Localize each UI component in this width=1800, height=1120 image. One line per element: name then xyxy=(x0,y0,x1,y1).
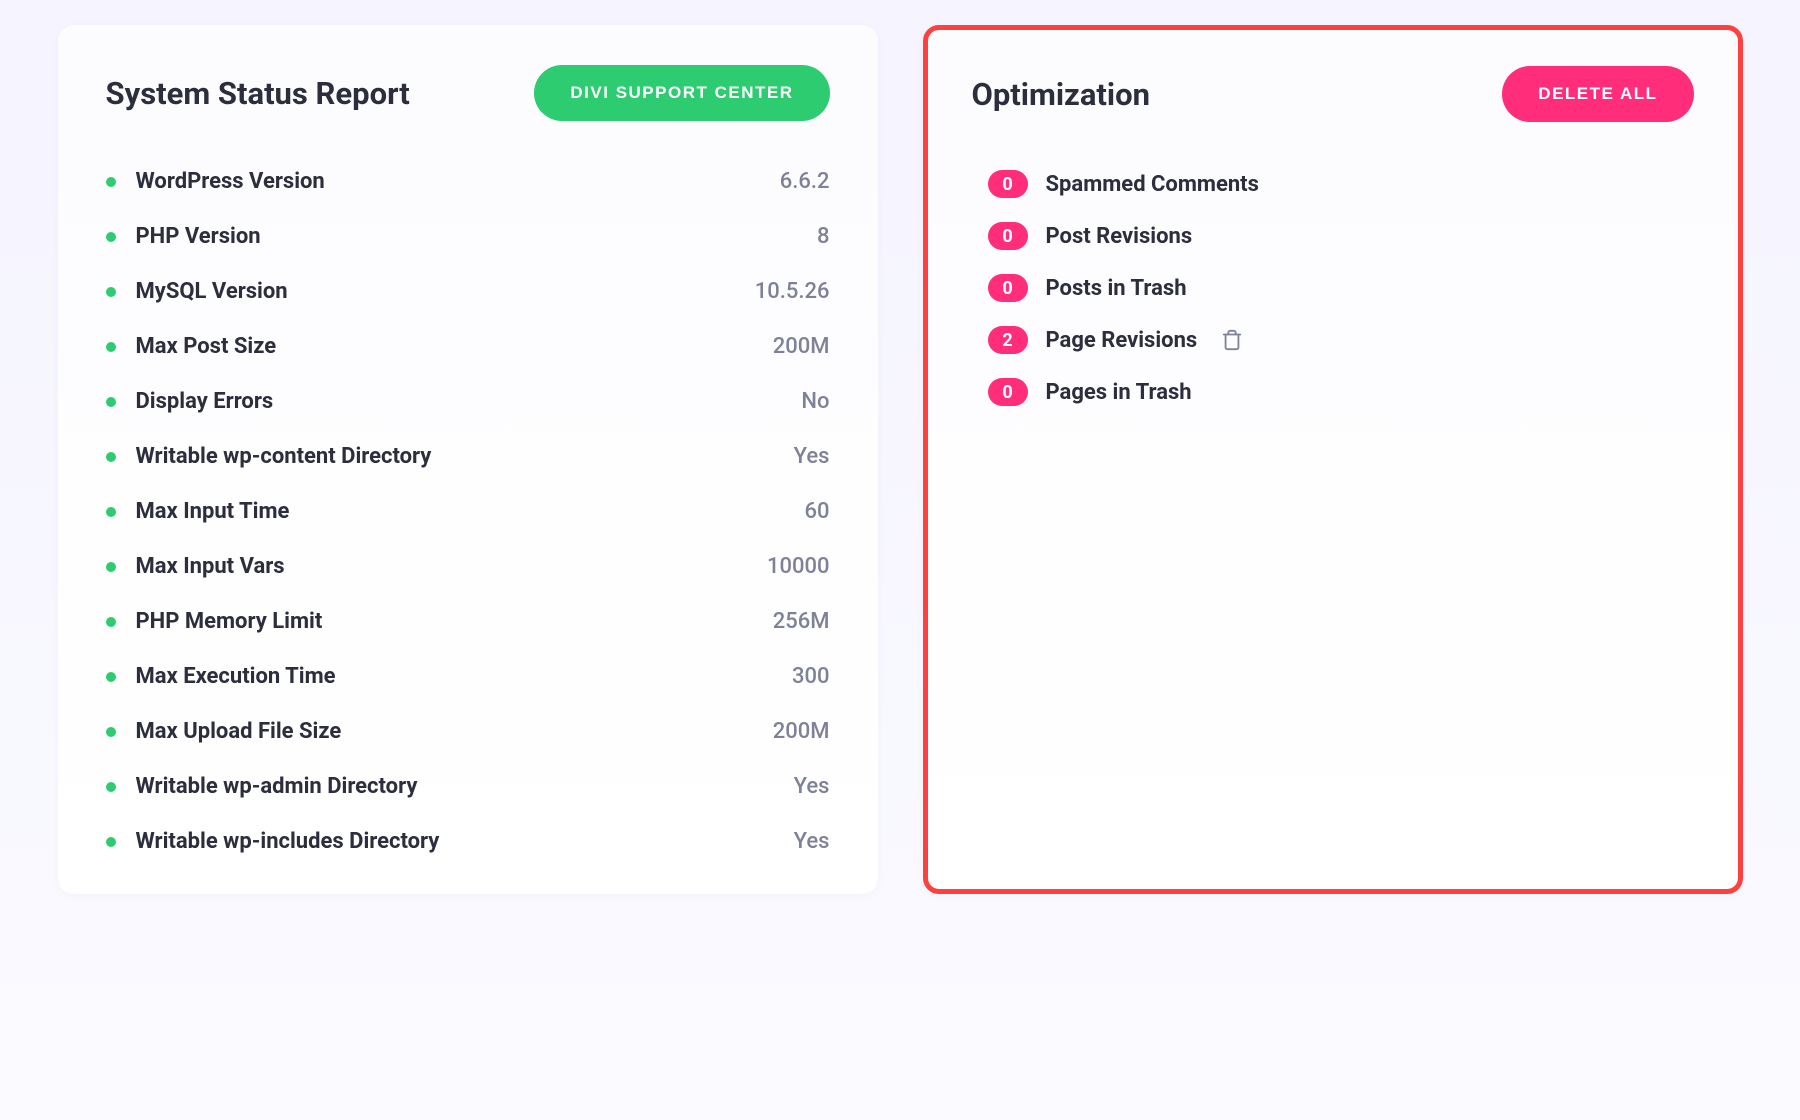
card-header: Optimization DELETE ALL xyxy=(972,66,1694,122)
status-row-left: Writable wp-content Directory xyxy=(106,444,432,469)
status-row-left: Max Input Vars xyxy=(106,554,285,579)
status-value: 200M xyxy=(773,719,830,744)
status-label: Writable wp-includes Directory xyxy=(136,829,440,854)
status-value: 10.5.26 xyxy=(755,279,830,304)
status-row-left: Max Input Time xyxy=(106,499,290,524)
status-dot-icon xyxy=(106,617,116,627)
status-row: Display Errors No xyxy=(106,389,830,414)
status-label: PHP Memory Limit xyxy=(136,609,323,634)
status-dot-icon xyxy=(106,342,116,352)
optimization-row: 0 Posts in Trash xyxy=(988,274,1694,302)
status-value: 60 xyxy=(804,499,829,524)
status-value: 10000 xyxy=(767,554,830,579)
status-row-left: Display Errors xyxy=(106,389,274,414)
status-row-left: Max Execution Time xyxy=(106,664,336,689)
status-row-left: PHP Memory Limit xyxy=(106,609,323,634)
status-value: No xyxy=(801,389,829,414)
status-label: Max Post Size xyxy=(136,334,277,359)
optimization-label: Post Revisions xyxy=(1046,224,1193,249)
status-label: Writable wp-admin Directory xyxy=(136,774,418,799)
status-label: WordPress Version xyxy=(136,169,325,194)
optimization-label: Pages in Trash xyxy=(1046,380,1192,405)
status-row-left: Writable wp-admin Directory xyxy=(106,774,418,799)
status-row-left: PHP Version xyxy=(106,224,261,249)
status-dot-icon xyxy=(106,562,116,572)
optimization-label: Posts in Trash xyxy=(1046,276,1187,301)
status-row: Max Execution Time 300 xyxy=(106,664,830,689)
delete-all-button[interactable]: DELETE ALL xyxy=(1502,66,1693,122)
status-dot-icon xyxy=(106,177,116,187)
status-row: MySQL Version 10.5.26 xyxy=(106,279,830,304)
count-badge: 0 xyxy=(988,222,1028,250)
status-label: Display Errors xyxy=(136,389,274,414)
count-badge: 0 xyxy=(988,170,1028,198)
optimization-row: 2 Page Revisions xyxy=(988,326,1694,354)
optimization-list: 0 Spammed Comments 0 Post Revisions 0 Posts i… xyxy=(972,170,1694,406)
status-label: Max Execution Time xyxy=(136,664,336,689)
status-label: PHP Version xyxy=(136,224,261,249)
status-value: 300 xyxy=(792,664,830,689)
optimization-title: Optimization xyxy=(972,76,1151,113)
system-status-title: System Status Report xyxy=(106,75,410,112)
status-label: Writable wp-content Directory xyxy=(136,444,432,469)
status-list: WordPress Version 6.6.2 PHP Version 8 MySQL … xyxy=(106,169,830,854)
status-value: 200M xyxy=(773,334,830,359)
status-dot-icon xyxy=(106,507,116,517)
status-dot-icon xyxy=(106,287,116,297)
status-row: PHP Version 8 xyxy=(106,224,830,249)
status-row: Max Upload File Size 200M xyxy=(106,719,830,744)
status-row: Max Post Size 200M xyxy=(106,334,830,359)
status-row: WordPress Version 6.6.2 xyxy=(106,169,830,194)
optimization-label: Page Revisions xyxy=(1046,328,1198,353)
status-row: Max Input Vars 10000 xyxy=(106,554,830,579)
status-dot-icon xyxy=(106,782,116,792)
status-row-left: Max Upload File Size xyxy=(106,719,342,744)
status-label: Max Upload File Size xyxy=(136,719,342,744)
status-value: Yes xyxy=(794,444,830,469)
trash-icon[interactable] xyxy=(1221,329,1243,351)
status-value: 6.6.2 xyxy=(780,169,830,194)
optimization-label: Spammed Comments xyxy=(1046,172,1259,197)
status-dot-icon xyxy=(106,232,116,242)
status-row-left: Max Post Size xyxy=(106,334,277,359)
divi-support-center-button[interactable]: DIVI SUPPORT CENTER xyxy=(534,65,829,121)
card-header: System Status Report DIVI SUPPORT CENTER xyxy=(106,65,830,121)
status-value: Yes xyxy=(794,774,830,799)
status-row-left: WordPress Version xyxy=(106,169,325,194)
status-row: Writable wp-includes Directory Yes xyxy=(106,829,830,854)
count-badge: 0 xyxy=(988,378,1028,406)
status-dot-icon xyxy=(106,397,116,407)
status-row: Writable wp-admin Directory Yes xyxy=(106,774,830,799)
count-badge: 2 xyxy=(988,326,1028,354)
optimization-row: 0 Spammed Comments xyxy=(988,170,1694,198)
system-status-card: System Status Report DIVI SUPPORT CENTER… xyxy=(58,25,878,894)
status-row-left: MySQL Version xyxy=(106,279,288,304)
status-label: Max Input Time xyxy=(136,499,290,524)
status-row: Writable wp-content Directory Yes xyxy=(106,444,830,469)
status-dot-icon xyxy=(106,837,116,847)
status-row-left: Writable wp-includes Directory xyxy=(106,829,440,854)
count-badge: 0 xyxy=(988,274,1028,302)
optimization-row: 0 Post Revisions xyxy=(988,222,1694,250)
status-value: 256M xyxy=(773,609,830,634)
status-value: 8 xyxy=(817,224,830,249)
optimization-row: 0 Pages in Trash xyxy=(988,378,1694,406)
status-row: Max Input Time 60 xyxy=(106,499,830,524)
status-dot-icon xyxy=(106,452,116,462)
status-row: PHP Memory Limit 256M xyxy=(106,609,830,634)
status-label: MySQL Version xyxy=(136,279,288,304)
status-label: Max Input Vars xyxy=(136,554,285,579)
status-value: Yes xyxy=(794,829,830,854)
status-dot-icon xyxy=(106,672,116,682)
status-dot-icon xyxy=(106,727,116,737)
optimization-card: Optimization DELETE ALL 0 Spammed Comment… xyxy=(923,25,1743,894)
